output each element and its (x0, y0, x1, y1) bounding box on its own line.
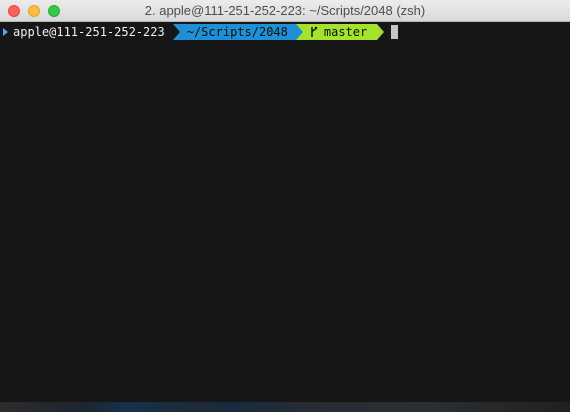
prompt-line: apple@111-251-252-223 ~/Scripts/2048 mas… (0, 24, 399, 40)
chevron-right-icon (3, 28, 8, 36)
prompt-user-host: apple@111-251-252-223 (13, 25, 165, 39)
window-title: 2. apple@111-251-252-223: ~/Scripts/2048… (144, 3, 426, 18)
title-bar[interactable]: 2. apple@111-251-252-223: ~/Scripts/2048… (0, 0, 570, 22)
terminal-content[interactable]: apple@111-251-252-223 ~/Scripts/2048 mas… (0, 22, 570, 402)
terminal-window: 2. apple@111-251-252-223: ~/Scripts/2048… (0, 0, 570, 412)
git-branch-icon (311, 26, 318, 37)
desktop-background-strip (0, 402, 570, 412)
text-cursor (391, 25, 399, 39)
prompt-branch: master (323, 25, 368, 39)
prompt-git-segment: master (295, 24, 385, 40)
prompt-path: ~/Scripts/2048 (172, 24, 304, 40)
